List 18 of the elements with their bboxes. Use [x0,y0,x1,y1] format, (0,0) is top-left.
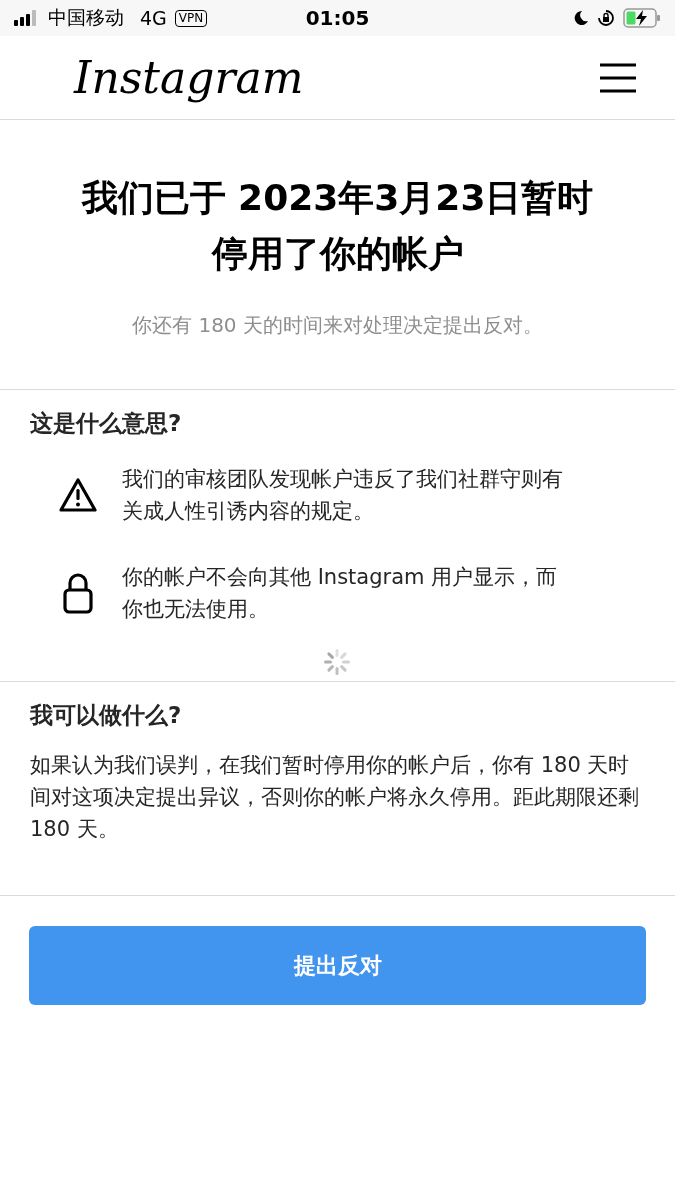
battery-icon [623,8,661,28]
subtitle: 你还有 180 天的时间来对处理决定提出反对。 [131,312,544,339]
section-heading: 我可以做什么? [30,701,183,730]
warning-icon [58,477,98,513]
network-type: 4G [140,7,167,29]
rotation-lock-icon [597,9,615,27]
clock: 01:05 [305,6,370,30]
moon-icon [573,10,589,26]
vpn-badge: VPN [174,9,208,27]
info-text: 如果认为我们误判，在我们暂时停用你的帐户后，你有 180 天时间对这项决定提出异议，否则你的帐户将永久停用。距此期限还剩 180 天。 [30,752,640,843]
menu-icon[interactable] [599,62,637,93]
info-text: 我们的审核团队发现帐户违反了我们社群守则有关成人性引诱内容的规定。 [122,466,564,525]
carrier-name: 中国移动 [48,5,124,30]
section-heading: 这是什么意思? [30,409,183,438]
instagram-logo[interactable]: Instagram [74,52,304,103]
info-text: 你的帐户不会向其他 Instagram 用户显示，而你也无法使用。 [122,564,559,623]
loading-spinner-icon [322,647,352,677]
page-title: 我们已于 2023年3月23日暂时停用了你的帐户 [80,176,595,276]
